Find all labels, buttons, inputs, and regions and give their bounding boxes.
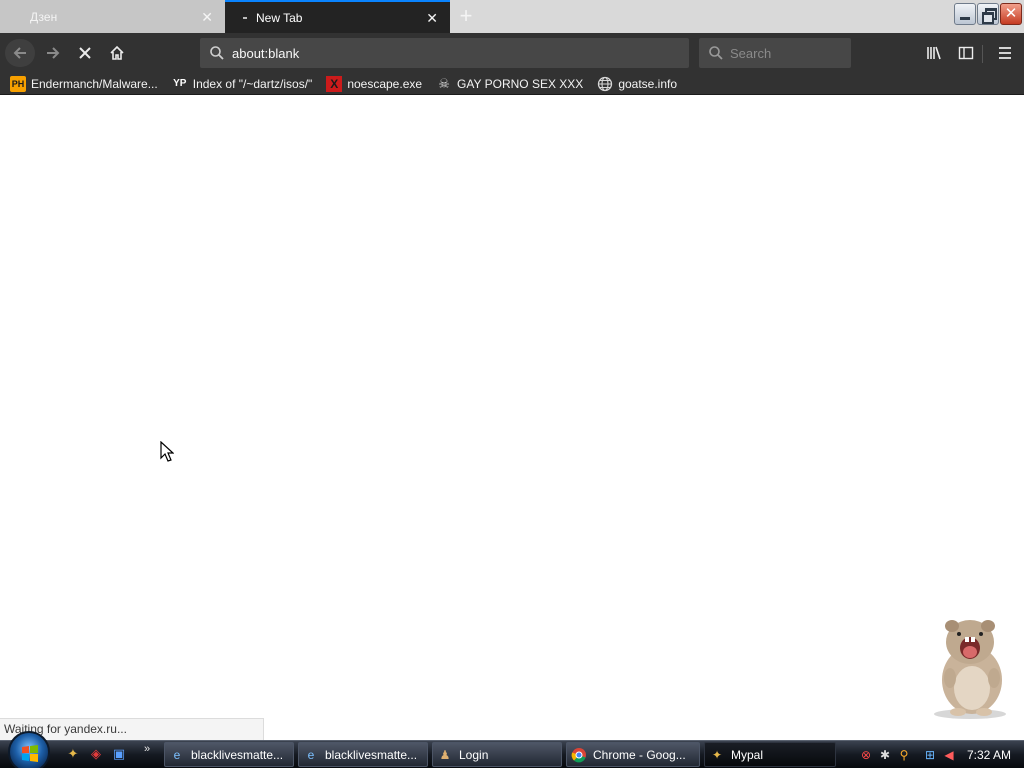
network-tool-icon[interactable]: ✱: [877, 747, 893, 763]
close-tab-icon[interactable]: ✕: [201, 9, 213, 26]
home-icon: [110, 45, 124, 60]
tab-dzen[interactable]: Дзен ✕: [0, 0, 225, 33]
tab-loading-icon: [243, 16, 247, 19]
security-alert-icon[interactable]: ⊗: [858, 747, 874, 763]
bookmark-label: goatse.info: [618, 76, 678, 91]
forward-button[interactable]: [38, 39, 68, 67]
bookmark-item[interactable]: YP Index of "/~dartz/isos/": [172, 76, 313, 92]
url-input[interactable]: [232, 45, 672, 61]
restore-button[interactable]: [977, 3, 999, 25]
stop-icon: [79, 47, 91, 59]
taskbar-button-chrome[interactable]: Chrome - Goog...: [566, 742, 700, 767]
close-tab-icon[interactable]: ✕: [426, 10, 438, 27]
globe-icon: [598, 76, 613, 91]
chrome-icon: [571, 747, 586, 762]
pornhub-favicon-icon: PH: [10, 75, 26, 92]
sidebar-icon: [958, 46, 974, 60]
search-icon: [210, 46, 224, 60]
taskbar-button-login[interactable]: ♟ Login: [432, 742, 562, 767]
login-app-icon: ♟: [439, 747, 451, 762]
quicklaunch-app-icon[interactable]: ◈: [87, 745, 105, 763]
window-controls: ✕: [953, 3, 1022, 25]
bookmark-item[interactable]: ☠ GAY PORNO SEX XXX: [436, 76, 583, 92]
close-window-button[interactable]: ✕: [1000, 3, 1022, 25]
taskbar-button-blacklivesmatter-2[interactable]: e blacklivesmatte...: [298, 742, 428, 767]
ie-icon: e: [307, 747, 315, 762]
close-icon: ✕: [1004, 5, 1018, 22]
search-icon: [709, 46, 723, 60]
taskbar-button-label: Mypal: [731, 747, 764, 762]
bookmark-label: Index of "/~dartz/isos/": [192, 76, 313, 91]
mouse-cursor-icon: [160, 441, 174, 462]
hamburger-menu-icon: [999, 47, 1011, 59]
page-content[interactable]: [0, 96, 1024, 740]
quicklaunch-more-button[interactable]: »: [144, 743, 150, 755]
volume-muted-icon[interactable]: ◀: [941, 747, 957, 763]
url-bar[interactable]: [200, 38, 689, 68]
tab-new-tab[interactable]: New Tab ✕: [225, 0, 450, 33]
mypal-icon: ✦: [711, 747, 723, 762]
search-bar[interactable]: [699, 38, 851, 68]
taskbar-button-label: Login: [459, 747, 489, 762]
library-button[interactable]: [920, 39, 948, 67]
network-icon[interactable]: ⊞: [922, 747, 938, 763]
hamster-pet-icon: [934, 620, 1006, 719]
arrow-right-icon: [47, 47, 60, 59]
arrow-left-icon: [13, 47, 26, 59]
search-input[interactable]: [730, 45, 840, 61]
start-button[interactable]: [8, 731, 50, 768]
tab-strip: Дзен ✕ New Tab ✕ + ✕: [0, 0, 1024, 33]
minimize-button[interactable]: [954, 3, 976, 25]
bookmarks-toolbar: PH Endermanch/Malware... YP Index of "/~…: [0, 73, 1024, 95]
quicklaunch-mypal-icon[interactable]: ✦: [64, 745, 82, 763]
library-icon: [927, 46, 941, 60]
yp-favicon-icon: YP: [173, 77, 187, 89]
system-tray: ⊗ ✱ ⚲ ⊞ ◀ 7:32 AM: [852, 741, 1024, 768]
navigation-toolbar: [0, 33, 1024, 73]
clock[interactable]: 7:32 AM: [967, 748, 1011, 762]
taskbar-button-mypal[interactable]: ✦ Mypal: [704, 742, 836, 767]
taskbar: ✦ ◈ ▣ » e blacklivesmatte... e blacklive…: [0, 731, 1024, 768]
bookmark-label: Endermanch/Malware...: [31, 76, 158, 91]
quicklaunch-desktop-icon[interactable]: ▣: [110, 745, 128, 763]
taskbar-button-label: blacklivesmatte...: [325, 747, 418, 762]
back-button[interactable]: [5, 39, 35, 67]
bookmark-label: GAY PORNO SEX XXX: [457, 76, 584, 91]
taskbar-button-label: Chrome - Goog...: [593, 747, 686, 762]
bookmark-item[interactable]: goatse.info: [597, 76, 677, 92]
skull-icon: ☠: [438, 75, 450, 91]
windows-logo-icon: [22, 745, 38, 762]
x-favicon-icon: X: [326, 75, 343, 92]
toolbar-separator: [982, 45, 983, 63]
taskbar-button-label: blacklivesmatte...: [191, 747, 284, 762]
ie-icon: e: [173, 747, 181, 762]
stop-button[interactable]: [70, 39, 100, 67]
bookmark-label: noescape.exe: [347, 76, 423, 91]
tab-title: Дзен: [30, 9, 58, 24]
menu-button[interactable]: [991, 39, 1019, 67]
bookmark-item[interactable]: X noescape.exe: [326, 75, 423, 92]
bookmark-item[interactable]: PH Endermanch/Malware...: [10, 75, 158, 92]
taskbar-button-blacklivesmatter-1[interactable]: e blacklivesmatte...: [164, 742, 294, 767]
new-tab-button[interactable]: +: [452, 2, 480, 30]
home-button[interactable]: [102, 39, 132, 67]
sidebar-button[interactable]: [952, 39, 980, 67]
tab-title: New Tab: [256, 10, 303, 25]
search-tray-icon[interactable]: ⚲: [896, 747, 912, 763]
